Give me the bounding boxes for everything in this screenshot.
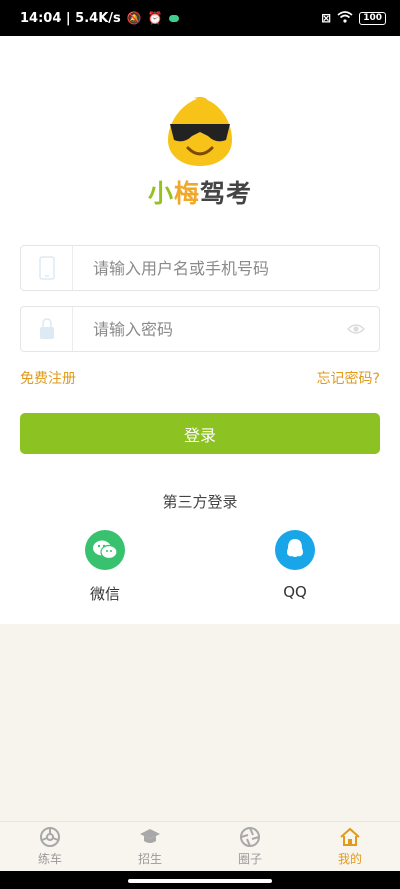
graduation-cap-icon	[140, 829, 160, 843]
password-field	[20, 306, 380, 352]
tab-enroll[interactable]: 招生	[100, 822, 200, 871]
home-icon	[340, 827, 360, 846]
qq-label: QQ	[283, 583, 307, 601]
login-page: 小梅驾考 免费注册 忘记密码? 登录 第三方登录 微信 QQ	[0, 36, 400, 624]
qq-login-button[interactable]: QQ	[255, 530, 335, 601]
status-left: 14:04 | 5.4K/s 🔕 ⏰	[20, 11, 179, 26]
alarm-icon: ⏰	[147, 11, 163, 25]
home-gesture-handle[interactable]	[128, 879, 272, 883]
wifi-icon	[337, 10, 353, 26]
mute-icon: 🔕	[126, 11, 142, 25]
app-logo: 小梅驾考	[140, 96, 260, 256]
register-link[interactable]: 免费注册	[20, 368, 76, 388]
qq-icon	[275, 530, 315, 570]
wechat-label: 微信	[89, 585, 120, 603]
battery-icon: 100	[359, 11, 386, 25]
login-button[interactable]: 登录	[20, 413, 380, 454]
system-nav-bar	[0, 871, 400, 889]
steering-wheel-icon	[40, 827, 60, 847]
tab-circle-label: 圈子	[237, 852, 262, 866]
forgot-password-link[interactable]: 忘记密码?	[317, 368, 380, 388]
username-input[interactable]	[93, 246, 343, 290]
third-party-login-title: 第三方登录	[162, 493, 238, 511]
password-input[interactable]	[93, 307, 343, 351]
status-right: ⊠ 100	[321, 10, 386, 26]
lock-icon	[21, 307, 73, 351]
sim-off-icon: ⊠	[321, 11, 332, 25]
tab-mine-label: 我的	[337, 852, 362, 866]
tab-practice[interactable]: 练车	[0, 822, 100, 871]
app-logo-text: 小梅驾考	[147, 179, 253, 208]
phone-icon	[21, 246, 73, 290]
tab-circle[interactable]: 圈子	[200, 822, 300, 871]
wechat-login-button[interactable]: 微信	[65, 530, 145, 604]
status-time: 14:04 | 5.4K/s	[20, 10, 121, 26]
cloud-icon	[168, 14, 179, 22]
aperture-icon	[240, 827, 260, 847]
username-field	[20, 245, 380, 291]
tab-mine[interactable]: 我的	[300, 822, 400, 871]
show-password-icon[interactable]	[347, 321, 365, 337]
smiley-sunglasses-icon	[168, 96, 232, 166]
status-bar: 14:04 | 5.4K/s 🔕 ⏰ ⊠ 100	[0, 0, 400, 36]
tab-practice-label: 练车	[37, 852, 62, 866]
bottom-tab-bar: 练车 招生 圈子 我的	[0, 821, 400, 871]
wechat-icon	[85, 530, 125, 570]
tab-enroll-label: 招生	[137, 852, 162, 866]
